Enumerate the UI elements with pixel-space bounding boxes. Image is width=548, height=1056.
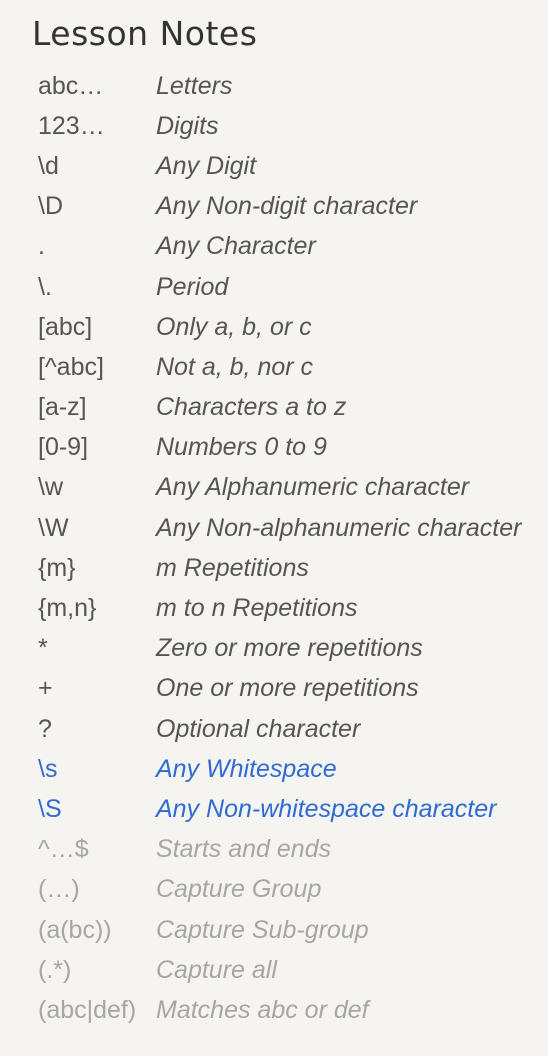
note-description: Digits <box>156 111 219 140</box>
note-row[interactable]: {m,n} m to n Repetitions <box>38 588 548 628</box>
note-symbol: ? <box>38 714 52 743</box>
note-symbol: (abc|def) <box>38 995 137 1024</box>
note-symbol: \S <box>38 794 62 823</box>
note-symbol: [0-9] <box>38 433 89 462</box>
note-row[interactable]: [0-9] Numbers 0 to 9 <box>38 428 548 468</box>
note-description: Any Non-whitespace character <box>156 794 497 823</box>
note-row[interactable]: \D Any Non-digit character <box>38 187 548 227</box>
note-row[interactable]: . Any Character <box>38 227 548 267</box>
note-row-upcoming[interactable]: (…) Capture Group <box>38 870 548 910</box>
note-description: m Repetitions <box>156 553 309 582</box>
note-symbol: [abc] <box>38 312 93 341</box>
note-description: Starts and ends <box>156 835 332 864</box>
note-description: Optional character <box>156 714 361 743</box>
note-description: Period <box>156 272 229 301</box>
note-description: Numbers 0 to 9 <box>156 433 327 462</box>
note-symbol: . <box>38 232 45 261</box>
note-symbol: * <box>38 634 48 663</box>
note-row-upcoming[interactable]: (a(bc)) Capture Sub-group <box>38 910 548 950</box>
note-description: Matches abc or def <box>156 995 369 1024</box>
note-description: Any Character <box>156 232 316 261</box>
note-description: Only a, b, or c <box>156 312 312 341</box>
note-symbol: {m} <box>38 553 76 582</box>
note-symbol: (…) <box>38 875 80 904</box>
note-row[interactable]: + One or more repetitions <box>38 669 548 709</box>
note-row[interactable]: [a-z] Characters a to z <box>38 388 548 428</box>
note-description: Capture all <box>156 955 277 984</box>
page-title: Lesson Notes <box>32 14 258 53</box>
note-row[interactable]: {m} m Repetitions <box>38 548 548 588</box>
note-row-upcoming[interactable]: (.*) Capture all <box>38 950 548 990</box>
note-row-upcoming[interactable]: (abc|def) Matches abc or def <box>38 990 548 1030</box>
note-row[interactable]: [abc] Only a, b, or c <box>38 307 548 347</box>
note-symbol: ^…$ <box>38 835 89 864</box>
note-row[interactable]: * Zero or more repetitions <box>38 629 548 669</box>
note-description: Characters a to z <box>156 393 347 422</box>
note-description: Zero or more repetitions <box>156 634 423 663</box>
note-row[interactable]: \W Any Non-alphanumeric character <box>38 508 548 548</box>
note-row-current[interactable]: \S Any Non-whitespace character <box>38 789 548 829</box>
note-description: Not a, b, nor c <box>156 352 314 381</box>
note-description: Any Non-alphanumeric character <box>156 513 522 542</box>
note-description: Any Digit <box>156 151 257 180</box>
note-row[interactable]: 123… Digits <box>38 106 548 146</box>
note-symbol: {m,n} <box>38 594 97 623</box>
note-row[interactable]: ? Optional character <box>38 709 548 749</box>
note-row-current[interactable]: \s Any Whitespace <box>38 749 548 789</box>
note-description: Letters <box>156 71 233 100</box>
note-symbol: [^abc] <box>38 352 104 381</box>
note-symbol: (.*) <box>38 955 72 984</box>
lesson-notes-list: abc… Letters 123… Digits \d Any Digit \D Any… <box>38 66 548 1031</box>
note-description: One or more repetitions <box>156 674 419 703</box>
note-description: Capture Sub-group <box>156 915 369 944</box>
note-symbol: abc… <box>38 71 104 100</box>
note-symbol: [a-z] <box>38 393 87 422</box>
note-row[interactable]: \w Any Alphanumeric character <box>38 468 548 508</box>
note-symbol: (a(bc)) <box>38 915 112 944</box>
note-description: Any Alphanumeric character <box>156 473 470 502</box>
note-row[interactable]: \. Period <box>38 267 548 307</box>
note-row[interactable]: abc… Letters <box>38 66 548 106</box>
note-row-upcoming[interactable]: ^…$ Starts and ends <box>38 830 548 870</box>
note-symbol: \s <box>38 754 58 783</box>
note-symbol: \W <box>38 513 69 542</box>
note-symbol: + <box>38 674 53 703</box>
note-row[interactable]: \d Any Digit <box>38 146 548 186</box>
note-description: Any Whitespace <box>156 754 337 783</box>
note-symbol: \d <box>38 151 59 180</box>
note-symbol: \D <box>38 192 63 221</box>
note-symbol: \. <box>38 272 52 301</box>
note-row[interactable]: [^abc] Not a, b, nor c <box>38 347 548 387</box>
note-description: Any Non-digit character <box>156 192 418 221</box>
note-symbol: \w <box>38 473 63 502</box>
note-symbol: 123… <box>38 111 105 140</box>
note-description: m to n Repetitions <box>156 594 358 623</box>
note-description: Capture Group <box>156 875 322 904</box>
